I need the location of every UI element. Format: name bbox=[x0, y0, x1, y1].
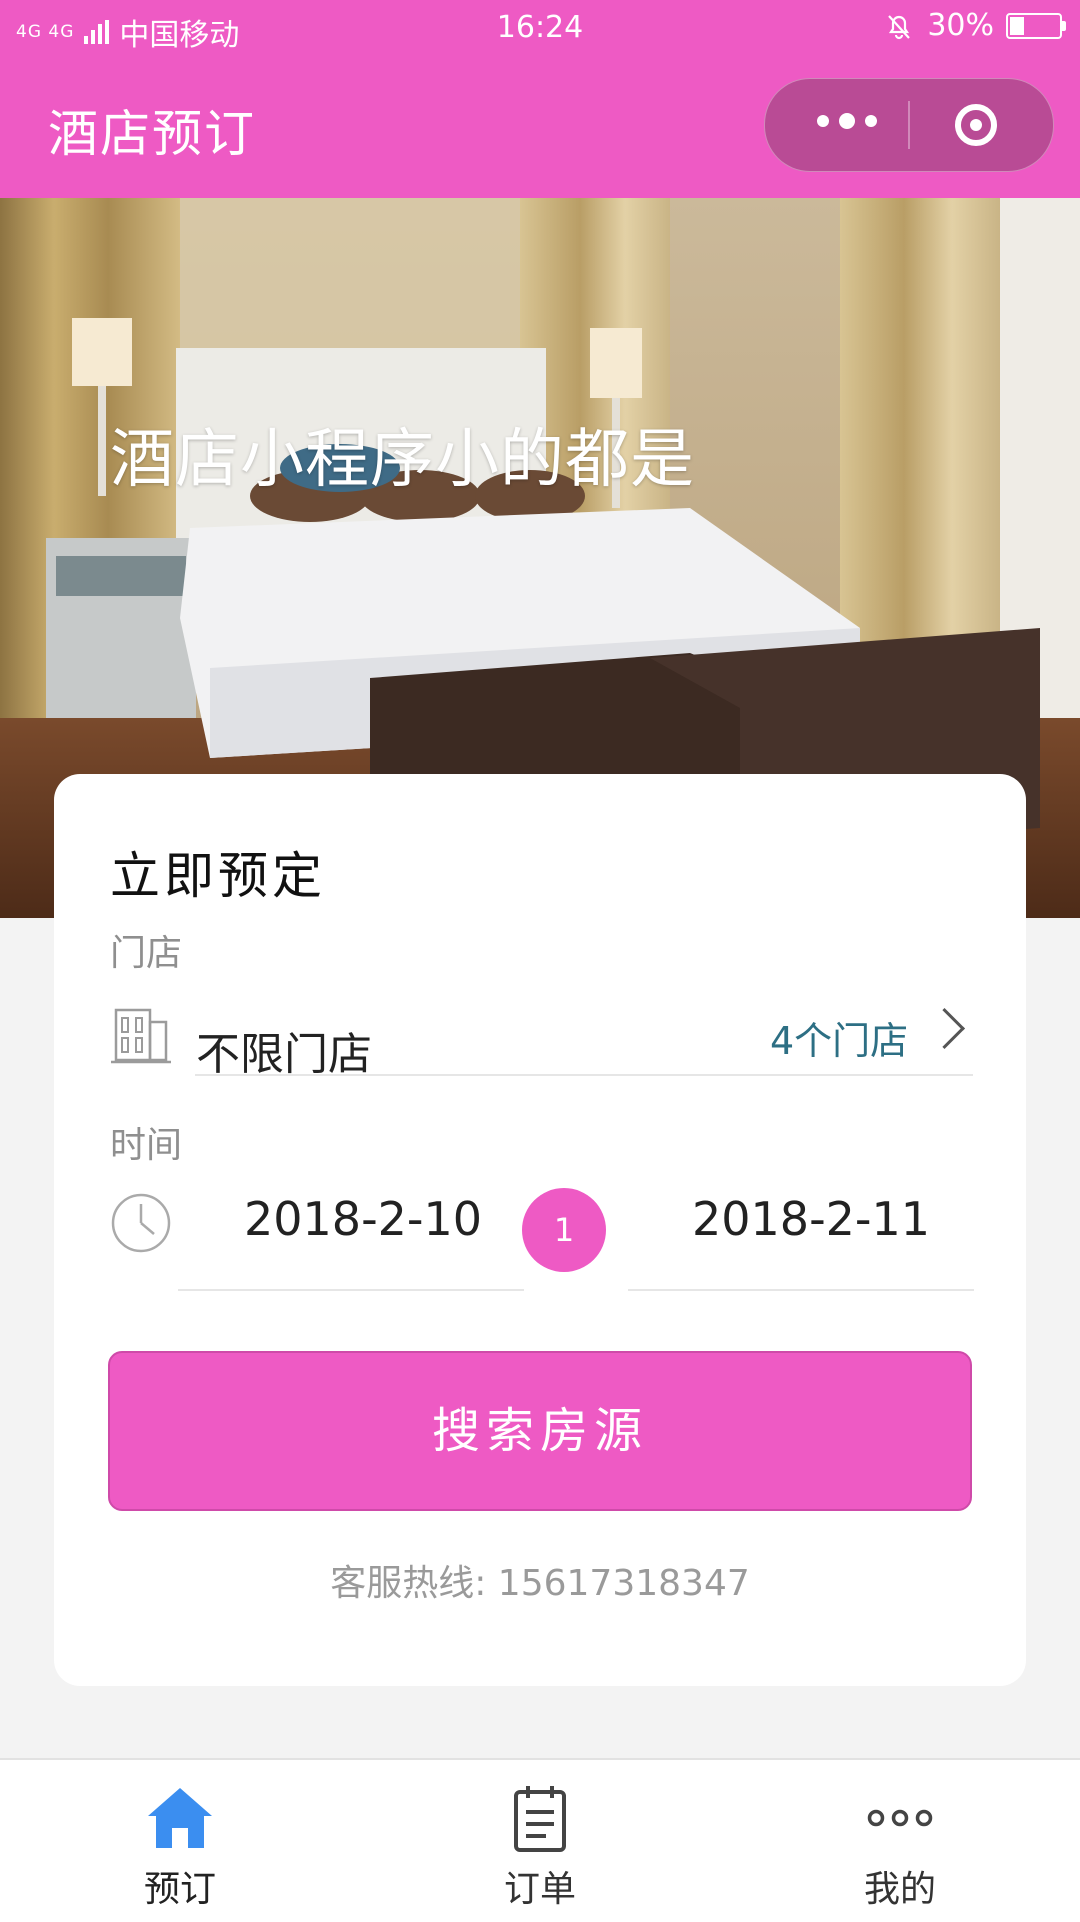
clipboard-icon bbox=[514, 1786, 566, 1852]
hero-caption: 酒店小程序小的都是 bbox=[110, 423, 695, 497]
alarm-bell-icon bbox=[888, 14, 911, 39]
tab-booking[interactable]: 预订 bbox=[0, 1760, 360, 1922]
nav-bar: 酒店预订 bbox=[0, 58, 1080, 198]
more-dots-icon[interactable] bbox=[817, 113, 877, 129]
building-icon bbox=[111, 1008, 171, 1064]
target-circle-icon[interactable] bbox=[955, 104, 997, 146]
time-label: 时间 bbox=[110, 1125, 183, 1166]
check-out-date[interactable]: 2018-2-11 bbox=[692, 1192, 930, 1246]
chevron-right-icon bbox=[923, 1007, 966, 1050]
tab-booking-label: 预订 bbox=[143, 1869, 216, 1910]
check-in-divider bbox=[178, 1289, 524, 1291]
page-title: 酒店预订 bbox=[48, 105, 256, 163]
store-value: 不限门店 bbox=[196, 1029, 372, 1080]
store-label: 门店 bbox=[110, 933, 183, 974]
nights-badge: 1 bbox=[522, 1188, 606, 1272]
battery-fill bbox=[1010, 16, 1024, 35]
store-divider bbox=[195, 1074, 973, 1076]
capsule-divider bbox=[908, 101, 910, 149]
battery-icon bbox=[1006, 12, 1066, 39]
search-rooms-button[interactable]: 搜索房源 bbox=[108, 1351, 972, 1511]
home-icon bbox=[148, 1788, 212, 1848]
booking-title: 立即预定 bbox=[110, 847, 326, 905]
mini-program-capsule bbox=[764, 78, 1054, 172]
check-out-divider bbox=[628, 1289, 974, 1291]
clock-icon bbox=[111, 1193, 171, 1253]
status-bar: 4G 4G 中国移动 16:24 30% bbox=[0, 0, 1080, 58]
store-selector[interactable]: 不限门店 4个门店 bbox=[110, 996, 970, 1098]
tab-orders-label: 订单 bbox=[503, 1869, 576, 1910]
store-count: 4个门店 bbox=[770, 1019, 909, 1063]
tab-mine-label: 我的 bbox=[863, 1869, 936, 1910]
status-right: 30% bbox=[883, 8, 1066, 43]
check-in-date[interactable]: 2018-2-10 bbox=[244, 1192, 482, 1246]
customer-service-hotline[interactable]: 客服热线: 15617318347 bbox=[54, 1554, 1026, 1606]
tab-bar: 预订 订单 我的 bbox=[0, 1758, 1080, 1922]
tab-mine[interactable]: 我的 bbox=[720, 1760, 1080, 1922]
battery-percent: 30% bbox=[927, 8, 994, 43]
tab-orders[interactable]: 订单 bbox=[360, 1760, 720, 1922]
booking-card: 立即预定 门店 不限门店 4个门店 时间 2018-2-10 1 2018-2-… bbox=[54, 774, 1026, 1686]
more-dots-icon bbox=[867, 1809, 933, 1827]
